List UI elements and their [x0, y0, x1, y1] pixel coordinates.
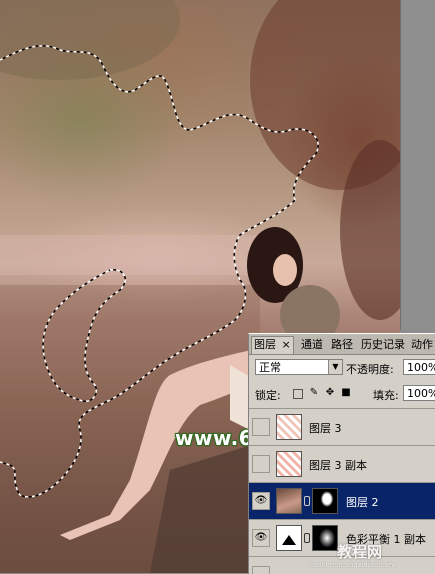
- layer-row[interactable]: 图层 3: [249, 408, 435, 445]
- layer-thumbnail: [276, 488, 302, 514]
- foliage-top-left: [0, 0, 180, 80]
- blend-mode-select[interactable]: 正常 ▼: [255, 359, 343, 375]
- layer-row-selected[interactable]: 👁 图层 2: [249, 482, 435, 519]
- blend-mode-value: 正常: [259, 361, 281, 374]
- dropdown-arrow-icon: ▼: [328, 360, 342, 374]
- layer-row[interactable]: 图层 3 副本: [249, 445, 435, 482]
- layer-name: 图层 3 副本: [309, 459, 367, 472]
- canvas-gray-margin: [400, 0, 435, 330]
- link-chain-icon: [304, 496, 310, 506]
- tab-paths[interactable]: 路径: [331, 337, 353, 354]
- corner-watermark-text: 教程网: [337, 543, 383, 561]
- layer-name: 图层 3: [309, 422, 342, 435]
- opacity-value: 100%: [407, 361, 435, 374]
- tab-layers-label: 图层: [254, 338, 276, 351]
- opacity-label: 不透明度:: [346, 363, 394, 376]
- visibility-toggle[interactable]: 👁: [252, 492, 270, 510]
- visibility-toggle[interactable]: 👁: [252, 529, 270, 547]
- tab-actions[interactable]: 动作: [411, 337, 433, 354]
- eye-icon: 👁: [254, 495, 268, 506]
- eye-icon: 👁: [254, 532, 268, 543]
- balance-icon: [282, 535, 296, 545]
- lock-paint-icon[interactable]: ✎: [309, 388, 319, 398]
- lock-fill-row: 锁定: ✎ ✥ ■ 填充: 100%: [249, 384, 435, 404]
- lock-transparent-icon[interactable]: [293, 389, 303, 399]
- tab-history[interactable]: 历史记录: [361, 337, 405, 354]
- lock-move-icon[interactable]: ✥: [325, 388, 335, 398]
- lock-all-icon[interactable]: ■: [341, 388, 351, 398]
- adjustment-thumbnail: [276, 525, 302, 551]
- visibility-toggle[interactable]: [252, 455, 270, 473]
- blend-opacity-row: 正常 ▼ 不透明度: 100%: [249, 358, 435, 378]
- tab-channels[interactable]: 通道: [301, 337, 323, 354]
- fill-field[interactable]: 100%: [403, 385, 435, 401]
- fill-value: 100%: [407, 387, 435, 400]
- lock-label: 锁定:: [255, 389, 281, 402]
- woman-face: [273, 254, 297, 286]
- fill-label: 填充:: [373, 389, 399, 402]
- layers-panel[interactable]: 图层 × 通道 路径 历史记录 动作 正常 ▼ 不透明度: 100% 锁定: ✎…: [248, 333, 435, 574]
- far-shore: [0, 235, 260, 275]
- layer-mask-thumbnail[interactable]: [312, 488, 338, 514]
- layer-thumbnail: [276, 451, 302, 477]
- corner-watermark-url: jiaocheng.chazidian.com: [309, 561, 396, 569]
- layer-name: 图层 2: [346, 496, 379, 509]
- tab-layers[interactable]: 图层 ×: [251, 336, 294, 354]
- panel-tabs: 图层 × 通道 路径 历史记录 动作: [249, 334, 435, 355]
- close-icon[interactable]: ×: [282, 338, 291, 351]
- corner-watermark: 教程网 jiaocheng.chazidian.com: [307, 539, 435, 573]
- opacity-field[interactable]: 100%: [403, 359, 435, 375]
- layer-thumbnail: [276, 414, 302, 440]
- visibility-toggle[interactable]: [252, 418, 270, 436]
